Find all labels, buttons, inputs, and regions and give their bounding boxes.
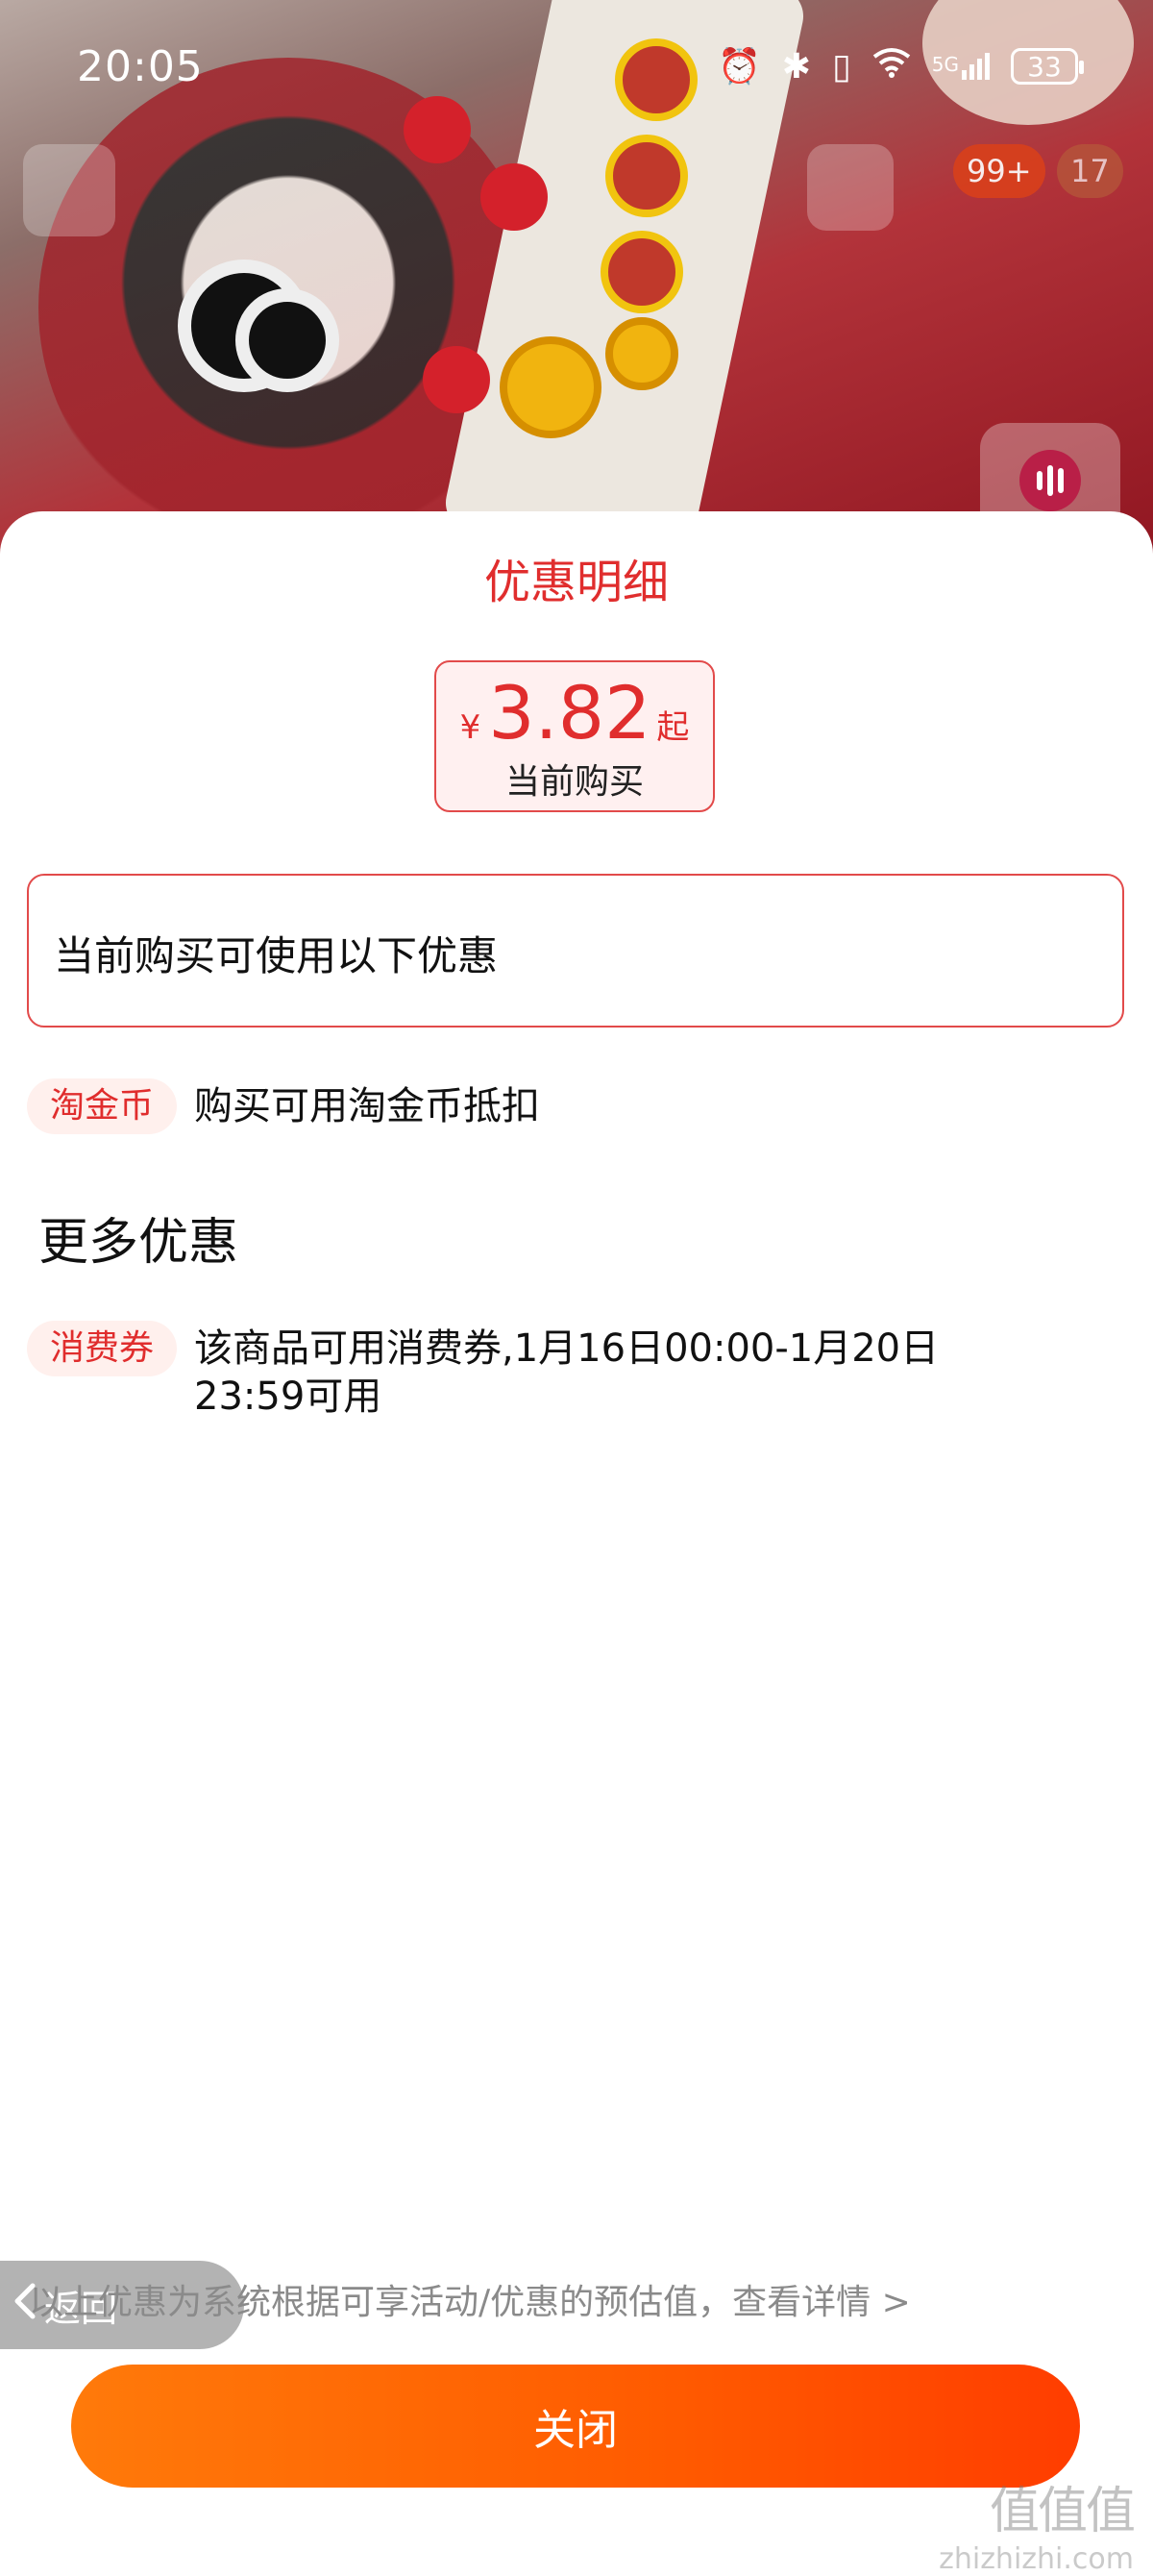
info-text: 当前购买可使用以下优惠 [54, 932, 499, 979]
status-bar: 20:05 ⏰ ✱ ▯ 5G 33 [0, 0, 1153, 135]
sheet-title: 优惠明细 [483, 556, 669, 609]
more-discounts-title: 更多优惠 [38, 1214, 239, 1272]
decor-coin [601, 231, 683, 313]
decor-coin [605, 135, 688, 217]
discount-tag: 消费券 [27, 1321, 178, 1376]
audio-bars-icon [1019, 450, 1081, 511]
discount-description: 该商品可用消费券,1月16日00:00-1月20日23:59可用 [194, 1326, 940, 1419]
discount-row-voucher: 消费券 该商品可用消费券,1月16日00:00-1月20日23:59可用 [27, 1321, 963, 1421]
discount-row-coins: 淘金币 购买可用淘金币抵扣 [27, 1078, 540, 1134]
discount-description: 购买可用淘金币抵扣 [194, 1084, 541, 1128]
watermark-site: zhizhizhi.com [939, 2542, 1134, 2576]
price-suffix: 起 [656, 708, 690, 747]
battery-icon: 33 [1011, 48, 1084, 85]
status-time: 20:05 [77, 42, 204, 91]
currency-symbol: ¥ [459, 708, 481, 747]
cart-badge[interactable]: 99+ [953, 144, 1045, 198]
decor-gold-coin [500, 336, 601, 438]
price-label: 当前购买 [504, 762, 644, 802]
price-amount: 3.82 [488, 670, 651, 755]
shop-button[interactable] [807, 144, 894, 231]
discount-detail-sheet: 优惠明细 ¥ 3.82 起 当前购买 当前购买可使用以下优惠 淘金币 购买可用淘… [0, 511, 1153, 2561]
decor-berry [480, 163, 548, 231]
signal-icon: 5G [932, 53, 990, 80]
back-arrow-button[interactable] [23, 144, 115, 236]
battery-level: 33 [1027, 50, 1062, 83]
network-type: 5G [931, 53, 959, 76]
status-icons: ⏰ ✱ ▯ 5G 33 [717, 46, 1084, 87]
vibrate-icon: ▯ [831, 46, 851, 87]
current-price-box: ¥ 3.82 起 当前购买 [434, 660, 715, 812]
count-badge[interactable]: 17 [1057, 144, 1123, 198]
discount-info-box: 当前购买可使用以下优惠 [27, 874, 1124, 1028]
wifi-icon [872, 47, 911, 87]
discount-tag: 淘金币 [27, 1078, 178, 1134]
figure-eye-right [235, 288, 339, 392]
close-label: 关闭 [533, 2406, 618, 2455]
alarm-icon: ⏰ [717, 47, 761, 87]
disclaimer-link[interactable]: 以上优惠为系统根据可享活动/优惠的预估值，查看详情 > [29, 2274, 911, 2324]
close-button[interactable]: 关闭 [71, 2365, 1080, 2488]
decor-gold-coin [605, 317, 678, 390]
bluetooth-icon: ✱ [781, 46, 811, 87]
decor-berry [423, 346, 490, 413]
price-line: ¥ 3.82 起 [460, 670, 690, 755]
watermark-logo: 值值值 [989, 2483, 1136, 2540]
